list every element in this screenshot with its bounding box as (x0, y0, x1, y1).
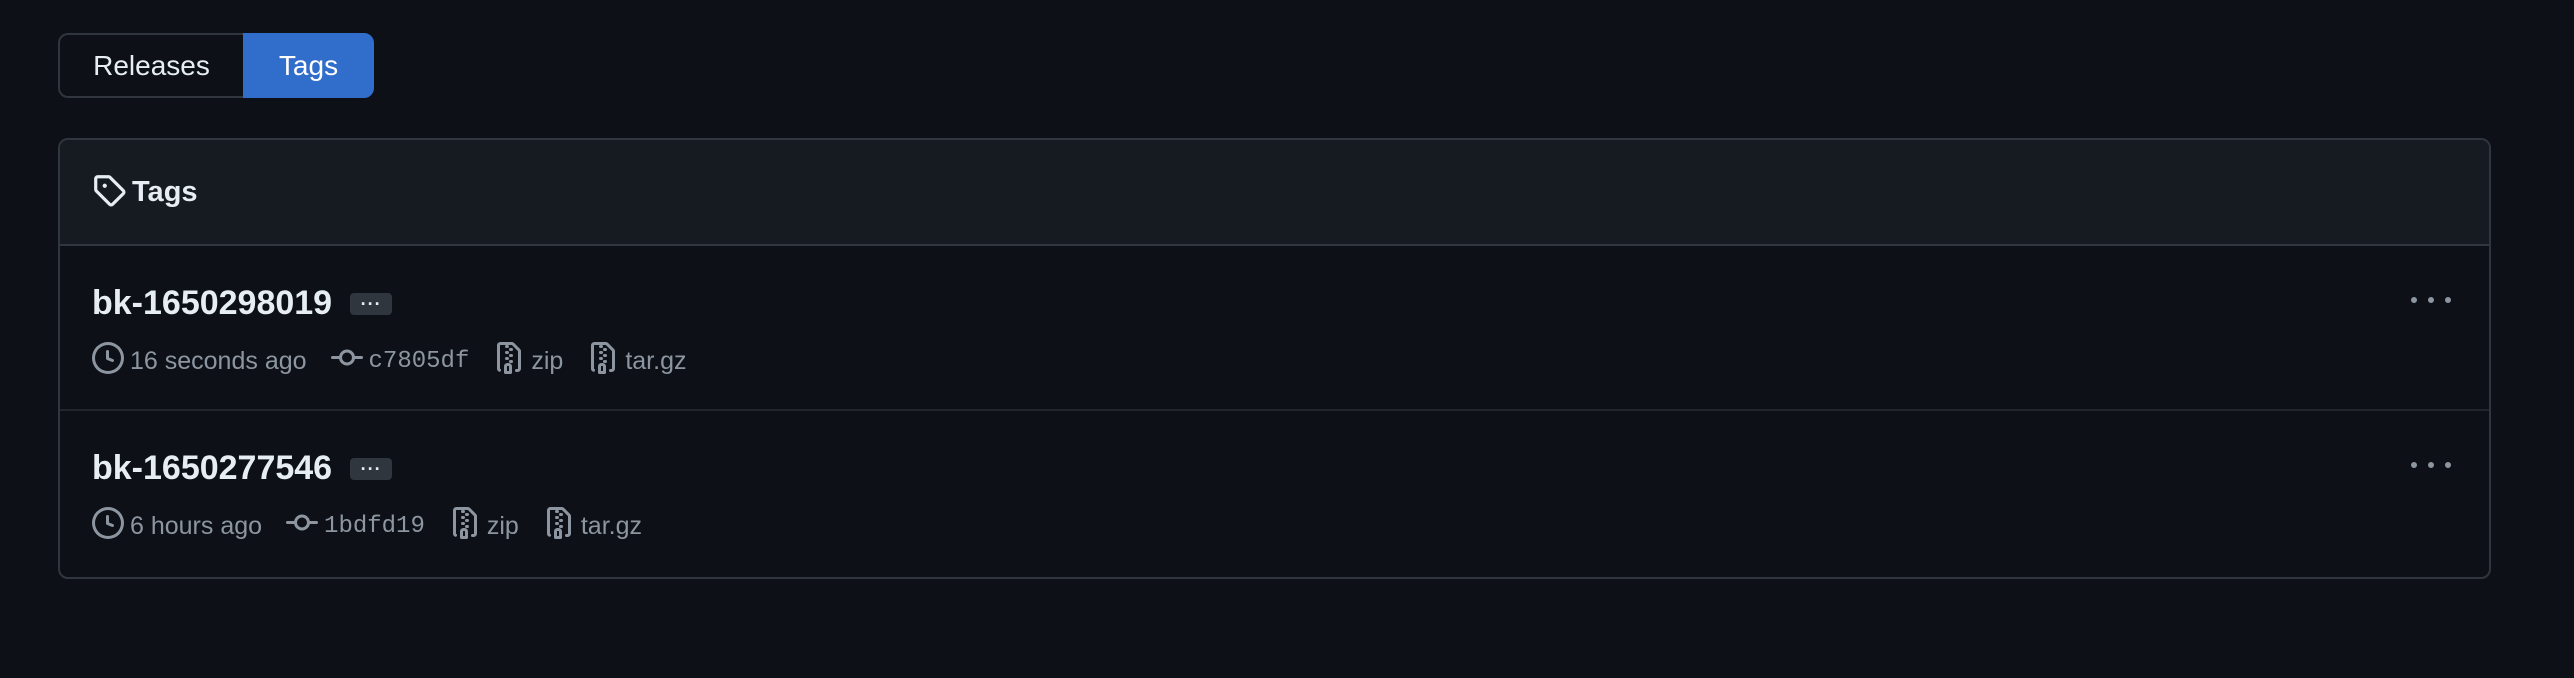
tag-zip-download-link[interactable]: zip (449, 507, 519, 546)
tag-icon (92, 173, 132, 212)
tag-targz-download-link[interactable]: tar.gz (587, 342, 686, 381)
tag-message-expand-button[interactable]: ··· (350, 292, 393, 315)
tag-meta: 16 seconds ago c7805df zip tar.gz (92, 342, 686, 381)
git-commit-icon (330, 342, 369, 381)
tag-zip-download-link[interactable]: zip (493, 342, 563, 381)
file-zip-icon (587, 342, 625, 381)
tags-box: Tags bk-1650298019 ··· 16 seconds ago c7… (58, 138, 2491, 579)
targz-label: tar.gz (625, 347, 687, 375)
tags-box-title: Tags (132, 175, 198, 208)
tag-commit-link[interactable]: 1bdfd19 (286, 507, 425, 546)
tag-meta: 6 hours ago 1bdfd19 zip tar.gz (92, 507, 642, 546)
clock-icon (92, 507, 130, 546)
zip-label: zip (486, 512, 519, 540)
tag-message-expand-button[interactable]: ··· (350, 457, 393, 480)
clock-icon (92, 342, 130, 381)
tag-commit-sha: 1bdfd19 (324, 513, 425, 540)
git-commit-icon (286, 507, 324, 546)
tag-actions-menu-button[interactable] (2411, 455, 2451, 475)
tag-time: 6 hours ago (92, 507, 262, 546)
releases-tags-tab-group: Releases Tags (58, 33, 374, 98)
tags-box-header: Tags (60, 140, 2489, 246)
targz-label: tar.gz (580, 512, 642, 540)
tag-time: 16 seconds ago (92, 342, 307, 381)
tag-row: bk-1650277546 ··· 6 hours ago 1bdfd19 zi… (60, 411, 2489, 576)
file-zip-icon (449, 507, 487, 546)
file-zip-icon (493, 342, 531, 381)
tag-targz-download-link[interactable]: tar.gz (543, 507, 642, 546)
tag-name-link[interactable]: bk-1650277546 (92, 449, 332, 488)
tag-actions-menu-button[interactable] (2411, 290, 2451, 310)
tab-releases[interactable]: Releases (58, 33, 243, 98)
tag-name-link[interactable]: bk-1650298019 (92, 284, 332, 323)
tag-time-text: 6 hours ago (130, 512, 263, 540)
kebab-horizontal-icon (2411, 462, 2417, 468)
tag-time-text: 16 seconds ago (130, 347, 307, 375)
zip-label: zip (531, 347, 564, 375)
tag-row: bk-1650298019 ··· 16 seconds ago c7805df (60, 246, 2489, 411)
kebab-horizontal-icon (2411, 297, 2417, 303)
tag-commit-link[interactable]: c7805df (330, 342, 470, 381)
tag-commit-sha: c7805df (368, 348, 470, 375)
tab-tags[interactable]: Tags (243, 33, 374, 98)
file-zip-icon (543, 507, 581, 546)
